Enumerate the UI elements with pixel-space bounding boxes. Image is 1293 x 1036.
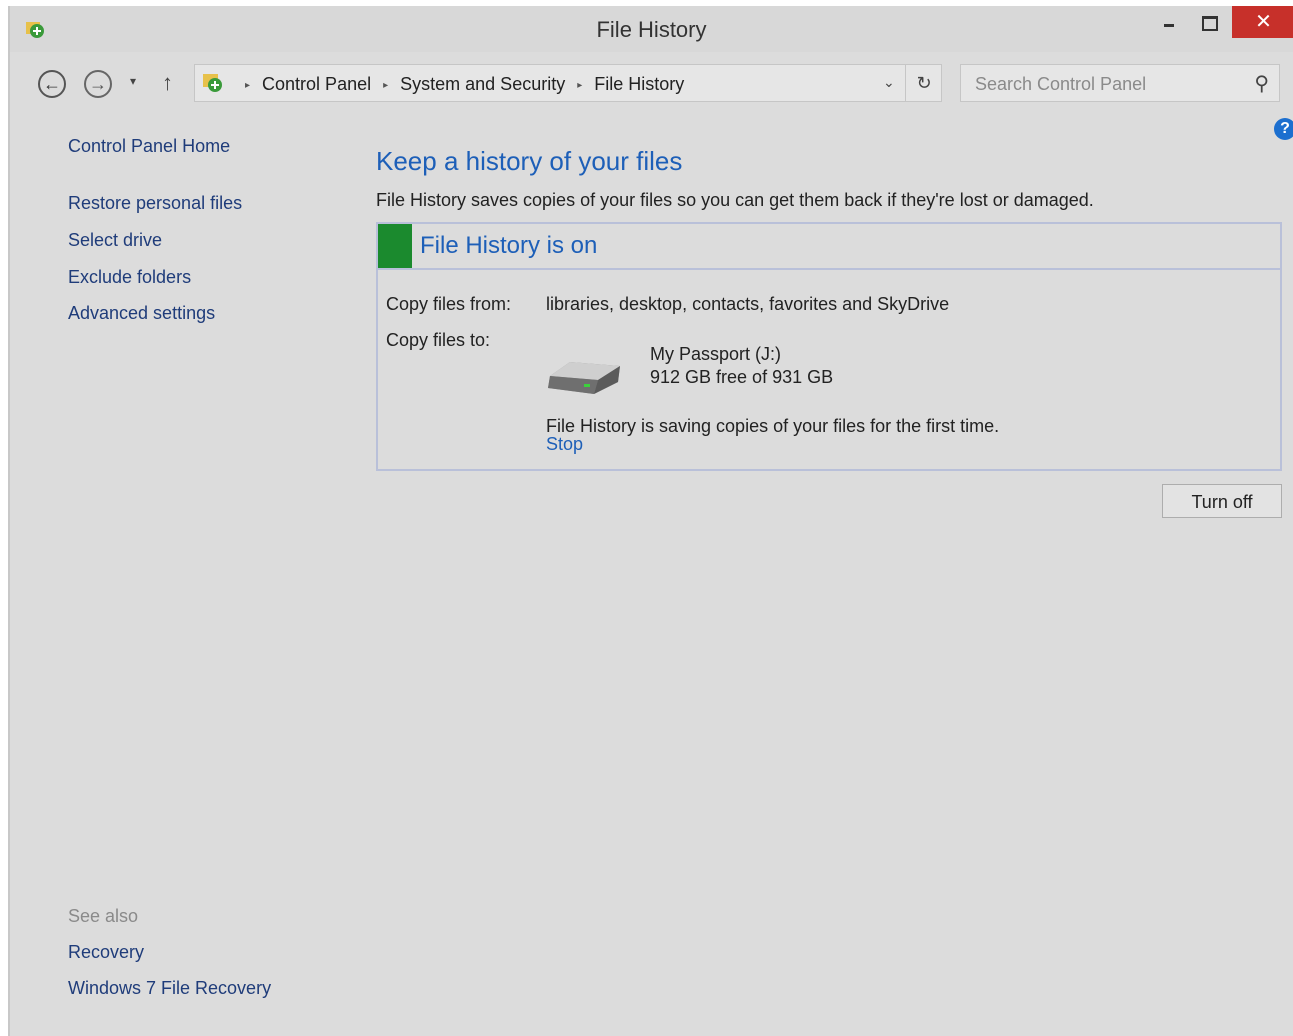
window-title: File History (596, 17, 707, 42)
see-also-heading: See also (68, 906, 139, 926)
control-panel-icon (203, 74, 222, 92)
file-history-window: File History ✕ ← → ▾ ↑ ▸ Control Panel ▸ Sy… (8, 6, 1293, 1036)
page-title: Keep a history of your files (376, 146, 683, 176)
breadcrumb-separator-icon[interactable]: ▸ (383, 80, 388, 91)
copy-to-label: Copy files to: (386, 330, 491, 350)
turn-off-button[interactable]: Turn off (1162, 484, 1282, 518)
sidebar-item-advanced-settings[interactable]: Advanced settings (68, 303, 215, 324)
status-text: File History is on (420, 232, 598, 259)
refresh-button[interactable]: ↻ (905, 65, 942, 101)
up-button[interactable]: ↑ (162, 70, 173, 96)
title-bar[interactable]: File History ✕ (10, 6, 1293, 52)
copy-from-value: libraries, desktop, contacts, favorites … (546, 294, 950, 314)
minimize-button[interactable] (1156, 6, 1184, 38)
page-description: File History saves copies of your files … (376, 190, 1094, 210)
breadcrumb-file-history[interactable]: File History (594, 74, 684, 94)
search-placeholder: Search Control Panel (975, 74, 1147, 94)
drive-space: 912 GB free of 931 GB (650, 367, 834, 387)
recent-locations-dropdown[interactable]: ▾ (130, 74, 136, 88)
sidebar-item-restore-personal-files[interactable]: Restore personal files (68, 193, 242, 214)
search-input[interactable]: Search Control Panel ⚲ (960, 64, 1280, 102)
help-icon[interactable]: ? (1274, 118, 1293, 140)
address-dropdown-icon[interactable]: ⌄ (883, 74, 895, 91)
drive-name: My Passport (J:) (650, 344, 782, 364)
back-button[interactable]: ← (38, 70, 66, 98)
sidebar-item-recovery[interactable]: Recovery (68, 942, 144, 963)
maximize-button[interactable] (1194, 6, 1224, 38)
external-drive-icon (548, 362, 620, 394)
navigation-bar: ← → ▾ ↑ ▸ Control Panel ▸ System and Securi… (10, 52, 1293, 108)
copy-from-label: Copy files from: (386, 294, 512, 314)
breadcrumb-system-and-security[interactable]: System and Security (400, 74, 565, 94)
breadcrumb: ▸ Control Panel ▸ System and Security ▸ File … (233, 74, 684, 95)
sidebar-item-control-panel-home[interactable]: Control Panel Home (68, 136, 230, 157)
breadcrumb-control-panel[interactable]: Control Panel (262, 74, 371, 94)
breadcrumb-separator-icon[interactable]: ▸ (577, 80, 582, 91)
sidebar-item-select-drive[interactable]: Select drive (68, 230, 162, 251)
status-header: File History is on (378, 224, 1280, 270)
status-indicator (378, 224, 412, 268)
breadcrumb-separator-icon[interactable]: ▸ (245, 80, 250, 91)
forward-button[interactable]: → (84, 70, 112, 98)
sidebar-item-windows-7-file-recovery[interactable]: Windows 7 File Recovery (68, 978, 271, 999)
search-icon[interactable]: ⚲ (1254, 71, 1269, 96)
address-bar[interactable]: ▸ Control Panel ▸ System and Security ▸ File … (194, 64, 942, 102)
status-panel: File History is on Copy files from: libr… (376, 222, 1282, 471)
progress-message: File History is saving copies of your fi… (546, 416, 1000, 436)
stop-link[interactable]: Stop (546, 434, 583, 455)
close-button[interactable]: ✕ (1232, 6, 1293, 38)
sidebar-item-exclude-folders[interactable]: Exclude folders (68, 267, 191, 288)
